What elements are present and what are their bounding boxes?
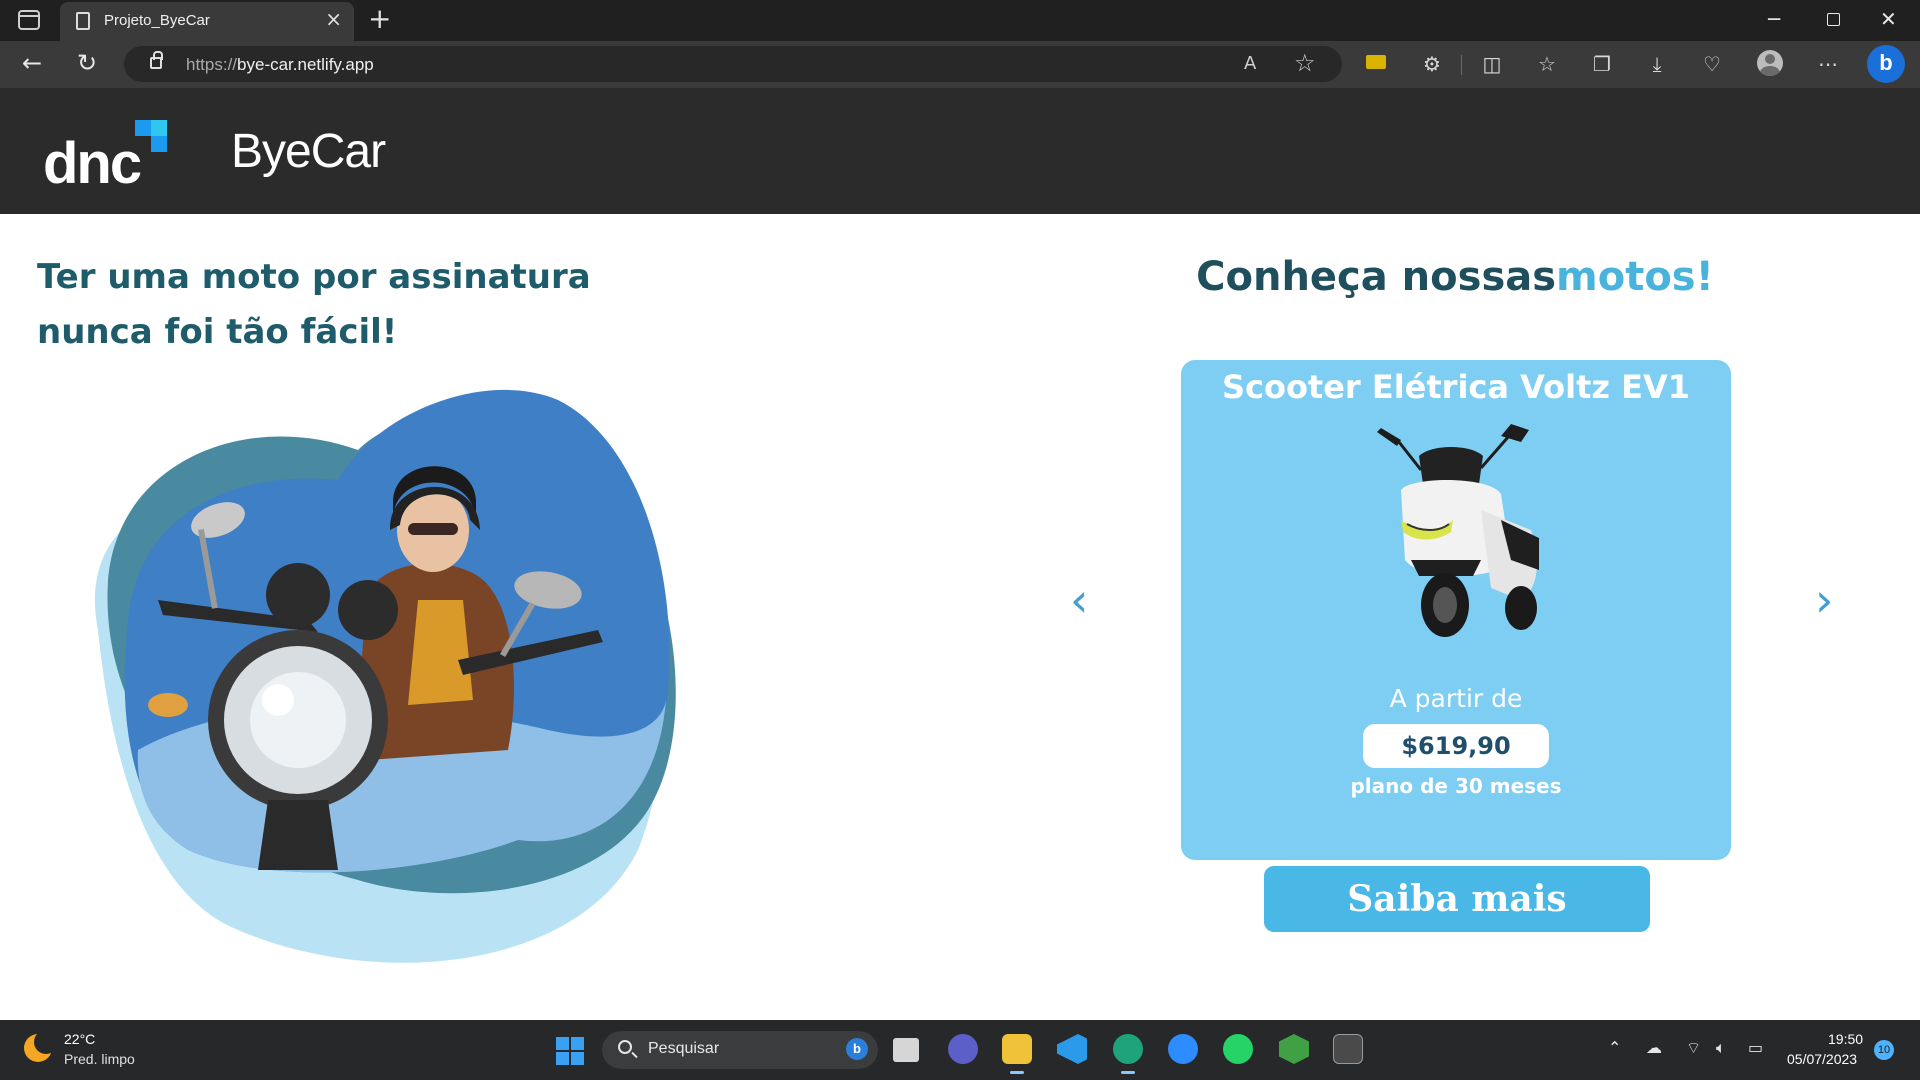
minimize-button[interactable]: ─ — [1768, 8, 1780, 30]
hero-illustration — [94, 389, 676, 963]
browser-toolbar: ← ↻ https://bye-car.netlify.app A ☆ ⚙ ◫ … — [0, 41, 1920, 88]
url-text: https://bye-car.netlify.app — [186, 55, 374, 75]
volume-icon[interactable]: 🔈︎ — [1716, 1038, 1726, 1058]
browser-tab-bar: Projeto_ByeCar × + ─ ✕ — [0, 0, 1920, 41]
notification-badge[interactable]: 10 — [1874, 1040, 1894, 1060]
search-icon — [618, 1040, 632, 1054]
section-title-main: Conheça nossas — [1196, 254, 1557, 300]
url-host: bye-car.netlify.app — [237, 55, 374, 74]
fork — [258, 800, 338, 870]
extension-icon[interactable] — [1366, 55, 1386, 69]
brand-name[interactable]: ByeCar — [231, 124, 386, 179]
search-label: Pesquisar — [648, 1040, 720, 1057]
bing-copilot-button[interactable]: b — [1867, 45, 1905, 83]
collections-icon[interactable]: ❐ — [1587, 50, 1617, 78]
browser-tab[interactable]: Projeto_ByeCar × — [60, 2, 354, 41]
scooter-windshield — [1419, 447, 1483, 484]
extensions-icon[interactable]: ⚙ — [1417, 50, 1447, 78]
terminal-icon[interactable] — [1333, 1034, 1363, 1064]
logo-square — [135, 136, 151, 152]
zoom-icon[interactable] — [1168, 1034, 1198, 1064]
profile-avatar-icon[interactable] — [1757, 50, 1783, 76]
task-view-icon[interactable] — [893, 1038, 919, 1062]
hero-headline: Ter uma moto por assinatura nunca foi tã… — [37, 250, 597, 360]
price-badge: $619,90 — [1363, 724, 1549, 768]
weather-desc[interactable]: Pred. limpo — [64, 1051, 135, 1067]
restore-button[interactable] — [1827, 13, 1840, 26]
saiba-mais-button[interactable]: Saiba mais — [1264, 866, 1650, 932]
chevron-up-icon[interactable]: ⌃ — [1608, 1038, 1621, 1057]
downloads-icon[interactable]: ⤓ — [1642, 50, 1672, 78]
vscode-icon[interactable] — [1057, 1034, 1087, 1064]
favorite-star-icon[interactable]: ☆ — [1294, 49, 1316, 77]
taskbar-search[interactable]: Pesquisar b — [602, 1031, 878, 1069]
url-protocol: https:// — [186, 55, 238, 74]
logo-square — [151, 120, 167, 136]
read-aloud-icon[interactable]: A — [1244, 53, 1256, 74]
clock-date[interactable]: 05/07/2023 — [1787, 1051, 1857, 1067]
onedrive-cloud-icon[interactable]: ☁ — [1646, 1038, 1662, 1057]
section-title: Conheça nossasmotos! — [1000, 254, 1910, 300]
whatsapp-icon[interactable] — [1223, 1034, 1253, 1064]
page-icon — [76, 12, 90, 30]
battery-icon[interactable]: ▭ — [1748, 1038, 1763, 1057]
browser-essentials-icon[interactable]: ♡ — [1697, 50, 1727, 78]
section-title-highlight: motos! — [1556, 254, 1714, 300]
new-tab-button[interactable]: + — [368, 4, 391, 34]
hero-text-bold: uma moto — [107, 257, 301, 297]
nodejs-icon[interactable] — [1279, 1034, 1309, 1064]
gauge-left — [266, 563, 330, 627]
window-close-button[interactable]: ✕ — [1880, 8, 1897, 30]
product-title: Scooter Elétrica Voltz EV1 — [1221, 368, 1691, 406]
toolbar-divider — [1461, 55, 1462, 75]
logo-text: dnc — [43, 131, 142, 196]
scooter-rear-wheel — [1505, 586, 1537, 630]
bing-icon[interactable]: b — [846, 1038, 868, 1060]
dnc-logo[interactable]: dnc — [43, 114, 183, 194]
scooter-mirror-left — [1377, 428, 1401, 446]
lock-icon[interactable] — [150, 51, 163, 69]
reload-button[interactable]: ↻ — [77, 49, 97, 77]
tab-title: Projeto_ByeCar — [104, 12, 210, 29]
logo-square — [151, 136, 167, 152]
tab-actions-icon[interactable] — [18, 10, 40, 30]
clock-time[interactable]: 19:50 — [1828, 1031, 1863, 1047]
plan-label: plano de 30 meses — [1350, 774, 1562, 798]
tab-close-button[interactable]: × — [325, 9, 342, 29]
scooter-image — [1377, 424, 1539, 637]
back-button[interactable]: ← — [22, 49, 42, 77]
turn-signal — [148, 693, 188, 717]
carousel-prev-arrow-icon[interactable]: ‹ — [1070, 577, 1088, 623]
taskbar: 22°C Pred. limpo Pesquisar b ⌃ ☁ ⌔ 🔈︎ ▭ … — [0, 1020, 1920, 1080]
sunglasses — [408, 523, 458, 535]
weather-moon-icon[interactable] — [24, 1030, 58, 1062]
file-explorer-icon[interactable] — [1002, 1034, 1032, 1074]
favorites-icon[interactable]: ☆ — [1532, 50, 1562, 78]
split-screen-icon[interactable]: ◫ — [1477, 50, 1507, 78]
more-options-icon[interactable]: ⋯ — [1813, 50, 1843, 78]
gauge-right — [338, 580, 398, 640]
start-windows-icon[interactable] — [556, 1037, 584, 1065]
product-card: Scooter Elétrica Voltz EV1 A partir de $… — [1181, 360, 1731, 860]
teams-chat-icon[interactable] — [948, 1034, 978, 1064]
logo-square — [135, 120, 151, 136]
price-from-label: A partir de — [1389, 684, 1523, 713]
edge-browser-icon[interactable] — [1113, 1034, 1143, 1074]
address-bar[interactable]: https://bye-car.netlify.app A ☆ — [124, 46, 1342, 82]
hero-text-1: Ter — [37, 257, 108, 297]
carousel-next-arrow-icon[interactable]: › — [1815, 577, 1833, 623]
wifi-icon[interactable]: ⌔ — [1686, 1038, 1701, 1058]
weather-temp[interactable]: 22°C — [64, 1031, 95, 1047]
site-header: dnc ByeCar — [0, 88, 1920, 214]
rider-shirt — [408, 600, 473, 705]
